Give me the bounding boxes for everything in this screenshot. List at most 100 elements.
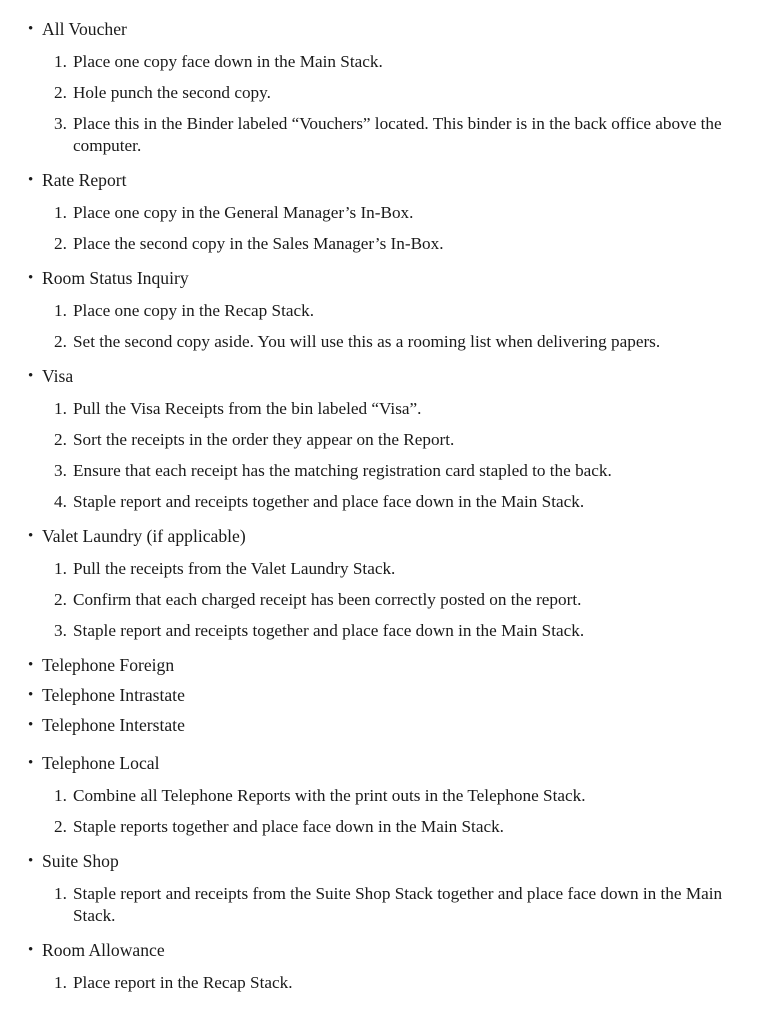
step-number: 1. (54, 884, 67, 903)
bullet-icon: • (28, 942, 34, 958)
list-item: 3. Ensure that each receipt has the match… (0, 460, 768, 482)
section-heading-label: Rate Report (42, 170, 127, 190)
section-heading-row: • Rate Report (0, 165, 768, 195)
list-item: 1. Combine all Telephone Reports with the… (0, 785, 768, 807)
step-text: Place report in the Recap Stack. (73, 973, 293, 992)
section-heading-row: • Suite Shop (0, 846, 768, 876)
section-heading-label: Visa (42, 366, 74, 386)
step-number: 3. (54, 461, 67, 480)
list-item: 1. Staple report and receipts from the Su… (0, 883, 768, 927)
step-text: Place one copy in the General Manager’s … (73, 203, 414, 222)
list-item: 1. Place one copy in the General Manager’… (0, 202, 768, 224)
section-heading-row: • Telephone Intrastate (0, 680, 768, 710)
step-number: 1. (54, 973, 67, 992)
list-section: • Rate Report 1. Place one copy in the Gene… (0, 165, 768, 255)
step-number: 3. (54, 114, 67, 133)
step-text: Set the second copy aside. You will use … (73, 332, 661, 351)
section-heading-row: • All Voucher (0, 14, 768, 44)
step-number: 2. (54, 430, 67, 449)
list-section: • Suite Shop 1. Staple report and receipts … (0, 846, 768, 927)
step-number: 1. (54, 203, 67, 222)
step-text: Place this in the Binder labeled “Vouche… (73, 114, 722, 155)
bullet-icon: • (28, 755, 34, 771)
step-text: Hole punch the second copy. (73, 83, 271, 102)
document-page: • All Voucher 1. Place one copy face down i… (0, 0, 768, 1021)
bullet-icon: • (28, 21, 34, 37)
step-text: Place one copy face down in the Main Sta… (73, 52, 383, 71)
step-text: Staple report and receipts together and … (73, 621, 585, 640)
step-text: Combine all Telephone Reports with the p… (73, 786, 586, 805)
list-item: 2. Sort the receipts in the order they ap… (0, 429, 768, 451)
section-heading-row: • Valet Laundry (if applicable) (0, 521, 768, 551)
section-heading-row: • Telephone Foreign (0, 650, 768, 680)
step-text: Pull the Visa Receipts from the bin labe… (73, 399, 422, 418)
step-number: 1. (54, 399, 67, 418)
section-heading-row: • Room Status Inquiry (0, 263, 768, 293)
step-text: Staple reports together and place face d… (73, 817, 504, 836)
list-section: • Room Allowance 1. Place report in the Rec… (0, 935, 768, 994)
section-heading-label: Room Status Inquiry (42, 268, 189, 288)
step-text: Staple report and receipts from the Suit… (73, 884, 723, 925)
list-item: 2. Set the second copy aside. You will us… (0, 331, 768, 353)
document-body: • All Voucher 1. Place one copy face down i… (0, 0, 768, 994)
section-heading-label: Suite Shop (42, 851, 119, 871)
step-number: 4. (54, 492, 67, 511)
step-list: 1. Place one copy in the General Manager’… (0, 202, 768, 255)
section-heading-label: Room Allowance (42, 940, 165, 960)
step-list: 1. Staple report and receipts from the Su… (0, 883, 768, 927)
step-number: 2. (54, 83, 67, 102)
list-section: • All Voucher 1. Place one copy face down i… (0, 14, 768, 157)
step-list: 1. Combine all Telephone Reports with the… (0, 785, 768, 838)
step-number: 2. (54, 590, 67, 609)
bullet-icon: • (28, 717, 34, 733)
section-heading-label: Telephone Foreign (42, 655, 175, 675)
section-heading-label: Valet Laundry (if applicable) (42, 526, 246, 546)
bullet-icon: • (28, 528, 34, 544)
bullet-icon: • (28, 172, 34, 188)
list-section: • Room Status Inquiry 1. Place one copy in … (0, 263, 768, 353)
step-number: 2. (54, 817, 67, 836)
section-heading-label: Telephone Local (42, 753, 160, 773)
section-heading-label: Telephone Interstate (42, 715, 185, 735)
step-text: Ensure that each receipt has the matchin… (73, 461, 612, 480)
step-number: 2. (54, 332, 67, 351)
list-item: 1. Place one copy face down in the Main S… (0, 51, 768, 73)
bullet-icon: • (28, 368, 34, 384)
step-number: 2. (54, 234, 67, 253)
list-item: 1. Pull the receipts from the Valet Laund… (0, 558, 768, 580)
step-list: 1. Place one copy in the Recap Stack. 2. Se… (0, 300, 768, 353)
step-number: 1. (54, 786, 67, 805)
step-text: Sort the receipts in the order they appe… (73, 430, 455, 449)
step-list: 1. Place report in the Recap Stack. (0, 972, 768, 994)
list-item: 2. Place the second copy in the Sales Man… (0, 233, 768, 255)
list-section: • Valet Laundry (if applicable) 1. Pull the… (0, 521, 768, 642)
bullet-icon: • (28, 853, 34, 869)
bullet-icon: • (28, 657, 34, 673)
step-text: Pull the receipts from the Valet Laundry… (73, 559, 396, 578)
list-item: 1. Place report in the Recap Stack. (0, 972, 768, 994)
list-section: • Visa 1. Pull the Visa Receipts from the b… (0, 361, 768, 513)
list-section: • Telephone Intrastate (0, 680, 768, 710)
section-heading-row: • Telephone Interstate (0, 710, 768, 740)
bullet-icon: • (28, 687, 34, 703)
step-number: 1. (54, 559, 67, 578)
section-heading-row: • Room Allowance (0, 935, 768, 965)
step-text: Place the second copy in the Sales Manag… (73, 234, 444, 253)
list-section: • Telephone Foreign (0, 650, 768, 680)
section-heading-label: All Voucher (42, 19, 127, 39)
list-item: 1. Place one copy in the Recap Stack. (0, 300, 768, 322)
step-number: 1. (54, 52, 67, 71)
step-text: Place one copy in the Recap Stack. (73, 301, 315, 320)
list-item: 2. Confirm that each charged receipt has … (0, 589, 768, 611)
list-item: 2. Staple reports together and place face… (0, 816, 768, 838)
bullet-icon: • (28, 270, 34, 286)
list-item: 4. Staple report and receipts together an… (0, 491, 768, 513)
list-item: 3. Place this in the Binder labeled “Vouc… (0, 113, 768, 157)
step-list: 1. Place one copy face down in the Main S… (0, 51, 768, 157)
list-item: 1. Pull the Visa Receipts from the bin la… (0, 398, 768, 420)
step-list: 1. Pull the Visa Receipts from the bin la… (0, 398, 768, 513)
step-number: 1. (54, 301, 67, 320)
list-section: • Telephone Interstate (0, 710, 768, 740)
list-section: • Telephone Local 1. Combine all Telephone … (0, 748, 768, 838)
step-list: 1. Pull the receipts from the Valet Laund… (0, 558, 768, 642)
